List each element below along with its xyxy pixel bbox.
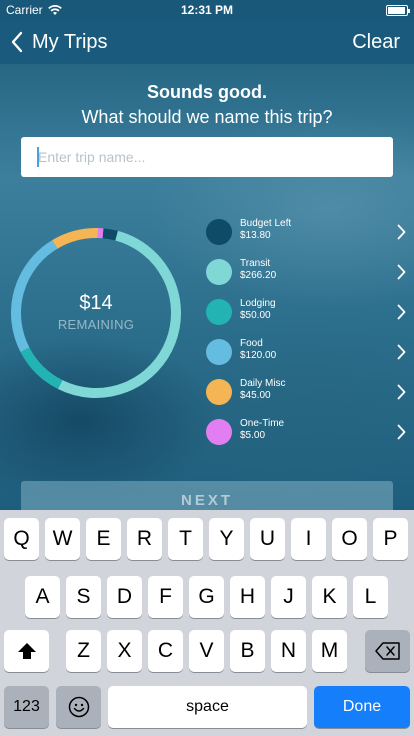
category-text: Budget Left $13.80 xyxy=(240,218,291,242)
category-amount: $5.00 xyxy=(240,430,266,441)
category-color-dot xyxy=(206,259,232,285)
key-y[interactable]: Y xyxy=(209,518,244,560)
category-text: Food $120.00 xyxy=(240,338,276,362)
numbers-key[interactable]: 123 xyxy=(4,686,49,728)
key-b[interactable]: B xyxy=(230,630,265,672)
battery-icon xyxy=(386,4,410,16)
category-row-lodging[interactable]: Lodging $50.00 xyxy=(206,292,414,332)
category-name: Lodging xyxy=(240,298,276,309)
category-row-budget-left[interactable]: Budget Left $13.80 xyxy=(206,212,414,252)
space-key[interactable]: space xyxy=(108,686,307,728)
key-j[interactable]: J xyxy=(271,576,306,618)
status-bar: Carrier 12:31 PM xyxy=(0,0,414,20)
key-f[interactable]: F xyxy=(148,576,183,618)
key-t[interactable]: T xyxy=(168,518,203,560)
trip-name-input[interactable] xyxy=(21,137,393,177)
category-row-one-time[interactable]: One-Time $5.00 xyxy=(206,412,414,452)
backspace-icon xyxy=(374,642,400,660)
key-s[interactable]: S xyxy=(66,576,101,618)
keyboard: Q W E R T Y U I O P A S D F G H J K L Z X C V B N M 123 space Done xyxy=(0,510,414,736)
key-p[interactable]: P xyxy=(373,518,408,560)
shift-icon xyxy=(17,643,36,659)
status-left: Carrier xyxy=(6,3,146,17)
key-z[interactable]: Z xyxy=(66,630,101,672)
chevron-right-icon xyxy=(397,424,406,440)
back-button-label: My Trips xyxy=(32,30,108,53)
category-text: Lodging $50.00 xyxy=(240,298,276,322)
key-l[interactable]: L xyxy=(353,576,388,618)
category-row-daily-misc[interactable]: Daily Misc $45.00 xyxy=(206,372,414,412)
key-x[interactable]: X xyxy=(107,630,142,672)
category-text: Daily Misc $45.00 xyxy=(240,378,286,402)
category-name: Daily Misc xyxy=(240,378,286,389)
key-c[interactable]: C xyxy=(148,630,183,672)
donut-segment-budget-left xyxy=(102,228,118,241)
category-row-food[interactable]: Food $120.00 xyxy=(206,332,414,372)
category-color-dot xyxy=(206,219,232,245)
category-list: Budget Left $13.80 Transit $266.20 Lodging $5… xyxy=(206,212,414,452)
emoji-icon xyxy=(68,696,89,718)
text-cursor xyxy=(37,147,39,167)
category-color-dot xyxy=(206,339,232,365)
category-amount: $50.00 xyxy=(240,310,271,321)
category-row-transit[interactable]: Transit $266.20 xyxy=(206,252,414,292)
wifi-icon xyxy=(47,4,62,15)
prompt-question: What should we name this trip? xyxy=(81,107,333,127)
key-e[interactable]: E xyxy=(86,518,121,560)
category-amount: $13.80 xyxy=(240,230,271,241)
chevron-right-icon xyxy=(397,384,406,400)
category-name: Budget Left xyxy=(240,218,292,229)
category-amount: $266.20 xyxy=(240,270,277,281)
key-u[interactable]: U xyxy=(250,518,285,560)
category-name: Food xyxy=(240,338,263,349)
done-key[interactable]: Done xyxy=(314,686,410,728)
delete-key[interactable] xyxy=(365,630,410,672)
key-h[interactable]: H xyxy=(230,576,265,618)
carrier-label: Carrier xyxy=(6,3,43,17)
key-d[interactable]: D xyxy=(107,576,142,618)
category-color-dot xyxy=(206,419,232,445)
shift-key[interactable] xyxy=(4,630,49,672)
key-q[interactable]: Q xyxy=(4,518,39,560)
emoji-key[interactable] xyxy=(56,686,101,728)
status-time: 12:31 PM xyxy=(180,3,234,17)
status-right xyxy=(268,4,410,16)
chevron-right-icon xyxy=(397,224,406,240)
key-a[interactable]: A xyxy=(25,576,60,618)
navigation-bar: My Trips Clear xyxy=(0,20,414,64)
category-amount: $45.00 xyxy=(240,390,271,401)
category-text: Transit $266.20 xyxy=(240,258,276,282)
remaining-amount: $14 xyxy=(79,292,113,314)
chevron-right-icon xyxy=(397,344,406,360)
category-amount: $120.00 xyxy=(240,350,277,361)
category-color-dot xyxy=(206,299,232,325)
key-r[interactable]: R xyxy=(127,518,162,560)
clear-button[interactable]: Clear xyxy=(352,31,414,54)
category-text: One-Time $5.00 xyxy=(240,418,284,442)
chevron-left-icon xyxy=(11,31,23,53)
donut-segment-lodging xyxy=(20,347,63,390)
category-name: Transit xyxy=(240,258,271,269)
key-k[interactable]: K xyxy=(312,576,347,618)
donut-segment-daily-misc xyxy=(52,228,99,249)
key-o[interactable]: O xyxy=(332,518,367,560)
prompt-title: Sounds good. xyxy=(147,82,267,102)
category-name: One-Time xyxy=(240,418,285,429)
key-w[interactable]: W xyxy=(45,518,80,560)
key-i[interactable]: I xyxy=(291,518,326,560)
key-n[interactable]: N xyxy=(271,630,306,672)
key-m[interactable]: M xyxy=(312,630,347,672)
key-v[interactable]: V xyxy=(189,630,224,672)
chevron-right-icon xyxy=(397,264,406,280)
category-color-dot xyxy=(206,379,232,405)
key-g[interactable]: G xyxy=(189,576,224,618)
chevron-right-icon xyxy=(397,304,406,320)
remaining-label: REMAINING xyxy=(57,317,135,332)
back-button[interactable]: My Trips xyxy=(0,31,108,54)
